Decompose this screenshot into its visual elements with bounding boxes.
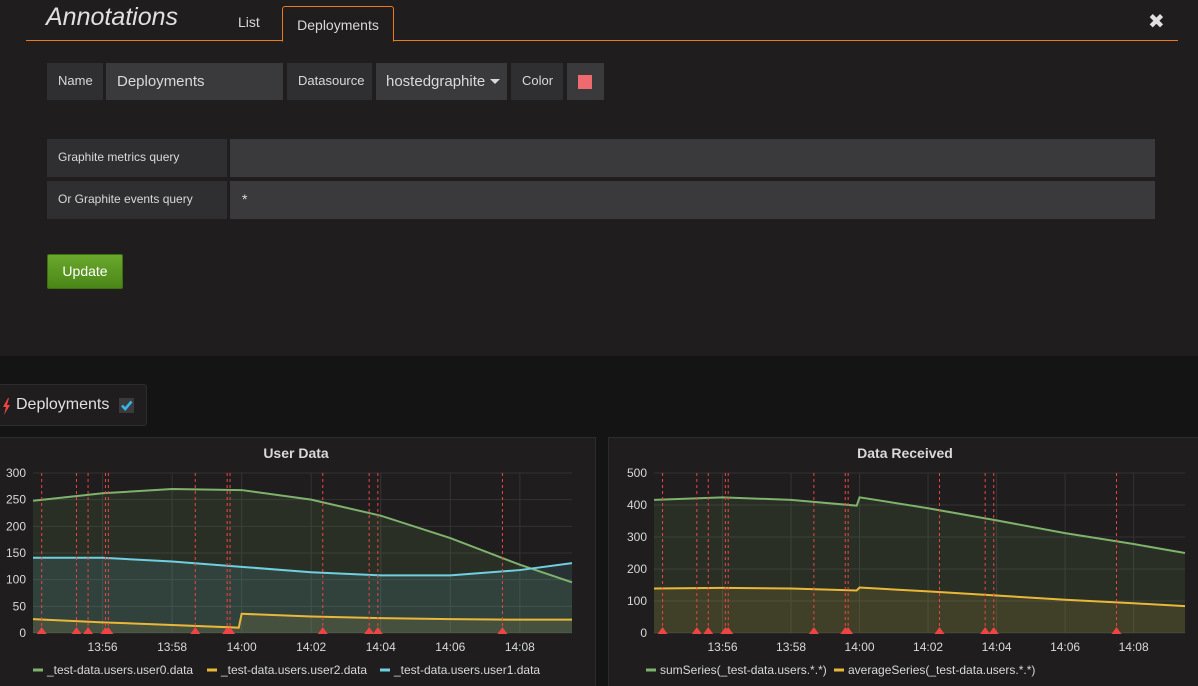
- y-tick-label: 0: [640, 626, 647, 640]
- tabs-divider: [26, 40, 1178, 41]
- datasource-select[interactable]: hostedgraphite: [376, 63, 507, 100]
- y-tick-label: 300: [627, 530, 647, 544]
- color-picker[interactable]: [567, 63, 604, 100]
- legend-label: _test-data.users.user1.data: [393, 663, 540, 677]
- y-tick-label: 200: [627, 562, 647, 576]
- check-icon: [121, 400, 133, 411]
- legend-label: _test-data.users.user2.data: [220, 663, 367, 677]
- legend-label: _test-data.users.user0.data: [46, 663, 193, 677]
- x-tick-label: 14:00: [227, 640, 257, 654]
- legend-label: sumSeries(_test-data.users.*.*): [660, 663, 827, 677]
- y-tick-label: 500: [627, 466, 647, 480]
- x-tick-label: 14:06: [1050, 640, 1080, 654]
- y-tick-label: 0: [19, 626, 26, 640]
- tab-deployments[interactable]: Deployments: [282, 6, 394, 42]
- panel-data-received: Data Received 0 100 200 300 400 500 13:56 13:58…: [608, 437, 1198, 686]
- x-tick-label: 13:58: [776, 640, 806, 654]
- x-tick-label: 14:02: [296, 640, 326, 654]
- datasource-value: hostedgraphite: [386, 73, 486, 90]
- annotation-toggle[interactable]: Deployments: [0, 384, 147, 426]
- update-button[interactable]: Update: [47, 254, 123, 289]
- color-swatch: [578, 75, 592, 89]
- events-query-label: Or Graphite events query: [47, 181, 227, 219]
- x-tick-label: 14:00: [845, 640, 875, 654]
- events-query-input[interactable]: *: [230, 181, 1155, 219]
- datasource-label: Datasource: [287, 63, 372, 100]
- x-tick-label: 13:58: [157, 640, 187, 654]
- x-tick-label: 14:04: [982, 640, 1012, 654]
- tab-list[interactable]: List: [224, 6, 274, 42]
- panel-user-data: User Data 0 50 100 150 200 250 300 13:56 13:58 14…: [0, 437, 596, 686]
- color-label: Color: [511, 63, 563, 100]
- annotation-toggle-label: Deployments: [16, 396, 110, 413]
- x-tick-label: 14:08: [505, 640, 535, 654]
- metrics-query-label: Graphite metrics query: [47, 139, 227, 177]
- close-icon[interactable]: ✖: [1148, 9, 1165, 34]
- editor-title: Annotations: [46, 3, 179, 31]
- y-tick-label: 150: [6, 546, 26, 560]
- x-tick-label: 13:56: [708, 640, 738, 654]
- annotation-checkbox[interactable]: [119, 398, 134, 413]
- name-input[interactable]: Deployments: [106, 63, 283, 100]
- y-tick-label: 100: [6, 573, 26, 587]
- y-tick-label: 50: [13, 599, 27, 613]
- y-tick-label: 250: [6, 493, 26, 507]
- legend-label: averageSeries(_test-data.users.*.*): [848, 663, 1035, 677]
- bolt-icon: [3, 398, 10, 415]
- caret-down-icon: [490, 79, 500, 84]
- x-tick-label: 14:06: [435, 640, 465, 654]
- y-tick-label: 100: [627, 594, 647, 608]
- data-received-chart: 0 100 200 300 400 500 13:56 13:58 14:00 14:02 14:0…: [627, 466, 1186, 677]
- name-label: Name: [47, 63, 103, 100]
- user-data-chart: 0 50 100 150 200 250 300 13:56 13:58 14:00 14:02 14…: [6, 466, 573, 677]
- metrics-query-input[interactable]: [230, 139, 1155, 177]
- x-tick-label: 13:56: [88, 640, 118, 654]
- y-tick-label: 400: [627, 498, 647, 512]
- y-tick-label: 200: [6, 519, 26, 533]
- annotations-editor: Annotations List Deployments ✖ Name Depl…: [0, 0, 1198, 356]
- x-tick-label: 14:04: [366, 640, 396, 654]
- x-tick-label: 14:02: [913, 640, 943, 654]
- y-tick-label: 300: [6, 466, 26, 480]
- x-tick-label: 14:08: [1119, 640, 1149, 654]
